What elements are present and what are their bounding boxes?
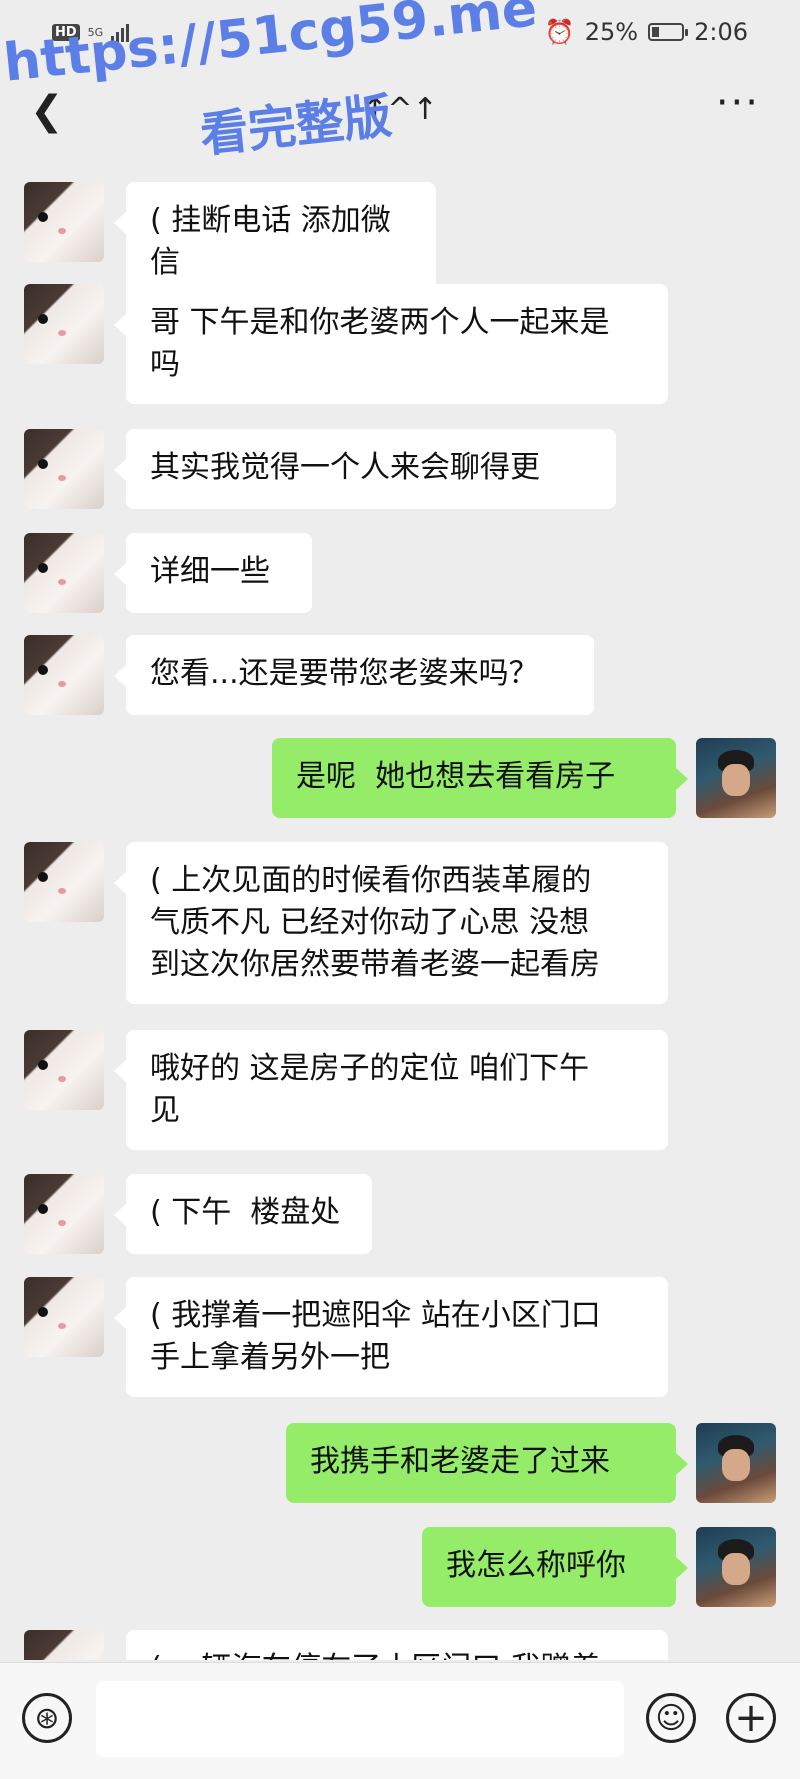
contact-avatar[interactable]	[24, 1630, 104, 1660]
my-avatar[interactable]	[696, 1527, 776, 1607]
message-row: 其实我觉得一个人来会聊得更	[0, 429, 800, 509]
more-options-button[interactable]: ···	[716, 80, 760, 126]
emoji-icon[interactable]: ☺	[646, 1693, 696, 1743]
contact-avatar[interactable]	[24, 533, 104, 613]
clock: 2:06	[694, 18, 748, 46]
battery-percent: 25%	[584, 18, 639, 46]
plus-icon[interactable]: +	[726, 1693, 776, 1743]
message-row: ( 挂断电话 添加微信	[0, 182, 800, 302]
hd-badge: HD	[52, 23, 80, 41]
message-row: 详细一些	[0, 533, 800, 613]
chat-title: ↑^↑	[362, 92, 438, 127]
incoming-message[interactable]: ( 下午 楼盘处	[114, 1174, 372, 1254]
outgoing-message[interactable]: 我怎么称呼你	[422, 1527, 688, 1607]
contact-avatar[interactable]	[24, 284, 104, 364]
message-row: ( 下午 楼盘处	[0, 1174, 800, 1254]
signal-icon	[111, 22, 130, 42]
message-row: 哦好的 这是房子的定位 咱们下午 见	[0, 1030, 800, 1150]
contact-avatar[interactable]	[24, 1030, 104, 1110]
incoming-message[interactable]: 其实我觉得一个人来会聊得更	[114, 429, 616, 509]
contact-avatar[interactable]	[24, 182, 104, 262]
incoming-message[interactable]: 详细一些	[114, 533, 312, 613]
message-row: 哥 下午是和你老婆两个人一起来是 吗	[0, 284, 800, 404]
incoming-message[interactable]: ( 上次见面的时候看你西装革履的 气质不凡 已经对你动了心思 没想 到这次你居然…	[114, 842, 668, 1004]
message-row: 您看...还是要带您老婆来吗？	[0, 635, 800, 715]
my-avatar[interactable]	[696, 738, 776, 818]
alarm-icon: ⏰	[544, 18, 575, 46]
incoming-message[interactable]: 您看...还是要带您老婆来吗？	[114, 635, 594, 715]
title-bar: ❮ ↑^↑ ···	[0, 70, 800, 156]
incoming-message[interactable]: 哦好的 这是房子的定位 咱们下午 见	[114, 1030, 668, 1150]
input-bar: ⊛ ☺ +	[0, 1662, 800, 1779]
message-row: 我怎么称呼你	[0, 1527, 800, 1607]
status-bar: HD 5G ⏰ 25% 2:06	[0, 0, 800, 70]
contact-avatar[interactable]	[24, 842, 104, 922]
message-row: ( 我撑着一把遮阳伞 站在小区门口 手上拿着另外一把	[0, 1277, 800, 1397]
incoming-message[interactable]: 哥 下午是和你老婆两个人一起来是 吗	[114, 284, 668, 404]
my-avatar[interactable]	[696, 1423, 776, 1503]
outgoing-message[interactable]: 是呢 她也想去看看房子	[272, 738, 688, 818]
voice-icon[interactable]: ⊛	[22, 1693, 72, 1743]
incoming-message[interactable]: ( 一辆汽车停在了小区门口 我蹭着	[126, 1630, 668, 1660]
message-row: ( 上次见面的时候看你西装革履的 气质不凡 已经对你动了心思 没想 到这次你居然…	[0, 842, 800, 1004]
contact-avatar[interactable]	[24, 1277, 104, 1357]
message-input[interactable]	[96, 1681, 624, 1757]
outgoing-message[interactable]: 我携手和老婆走了过来	[286, 1423, 688, 1503]
contact-avatar[interactable]	[24, 429, 104, 509]
message-row: 我携手和老婆走了过来	[0, 1423, 800, 1503]
network-label: 5G	[87, 25, 104, 39]
contact-avatar[interactable]	[24, 635, 104, 715]
incoming-message[interactable]: ( 我撑着一把遮阳伞 站在小区门口 手上拿着另外一把	[114, 1277, 668, 1397]
battery-icon	[648, 23, 689, 41]
contact-avatar[interactable]	[24, 1174, 104, 1254]
chat-list[interactable]: ( 挂断电话 添加微信哥 下午是和你老婆两个人一起来是 吗其实我觉得一个人来会聊…	[0, 170, 800, 1660]
message-row: ( 一辆汽车停在了小区门口 我蹭着	[0, 1630, 800, 1660]
message-row: 是呢 她也想去看看房子	[0, 738, 800, 818]
